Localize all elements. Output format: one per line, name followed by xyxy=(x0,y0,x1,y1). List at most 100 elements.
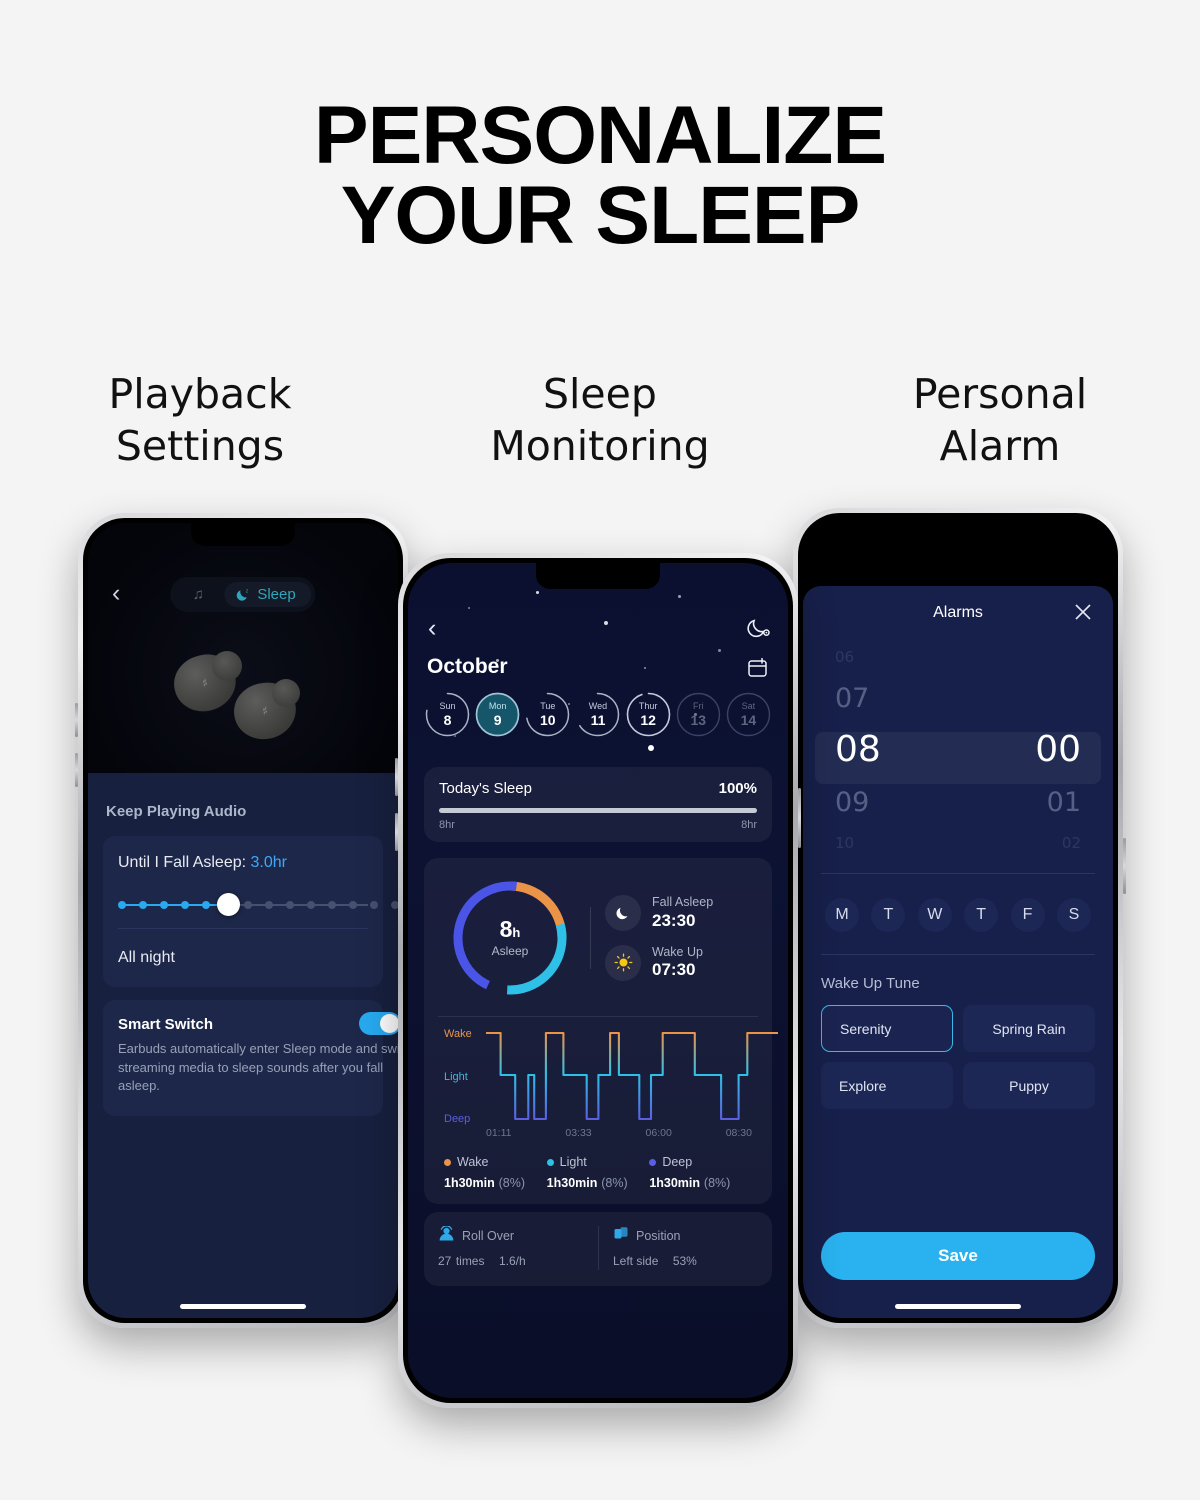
todays-sleep-goal: 8hr xyxy=(741,819,757,831)
playback-hero: ‹ ♫ z Sleep ♯ ♯ xyxy=(88,523,398,773)
chart-xtick: 03:33 xyxy=(565,1127,592,1139)
power-button[interactable] xyxy=(1123,838,1126,894)
sleep-duration-slider[interactable] xyxy=(118,882,398,928)
volume-down-button[interactable] xyxy=(395,813,398,851)
smart-switch-title: Smart Switch xyxy=(118,1016,214,1033)
hour-option[interactable]: 06 xyxy=(835,642,854,672)
phone-playback-settings: ‹ ♫ z Sleep ♯ ♯ Keep Playing Audio Until… xyxy=(75,513,408,1328)
smart-switch-description: Earbuds automatically enter Sleep mode a… xyxy=(118,1041,398,1094)
caption-line: Monitoring xyxy=(490,422,710,471)
hour-picker-column[interactable]: 06 07 08 09 10 xyxy=(835,642,955,867)
sleep-summary-card: 8h Asleep Fall Asleep 23:30 Wake Up 07:3… xyxy=(424,858,778,1204)
close-icon[interactable] xyxy=(1073,602,1093,622)
calendar-icon[interactable] xyxy=(747,657,768,678)
position-label: Position xyxy=(636,1229,681,1243)
legend-pct-light: (8%) xyxy=(601,1176,628,1190)
day-toggle-thursday[interactable]: T xyxy=(964,898,999,932)
pager-dot xyxy=(648,745,654,751)
smart-switch-toggle[interactable] xyxy=(359,1012,398,1035)
back-icon[interactable]: ‹ xyxy=(424,615,436,641)
legend-label-wake: Wake xyxy=(457,1155,489,1169)
phone-notch xyxy=(191,523,295,546)
until-i-fall-asleep-row[interactable]: Until I Fall Asleep: 3.0hr xyxy=(118,836,398,928)
fall-asleep-label: Fall Asleep xyxy=(652,895,714,910)
volume-up-button[interactable] xyxy=(395,758,398,796)
moon-icon xyxy=(605,895,641,932)
save-button[interactable]: Save xyxy=(821,1232,1095,1280)
wake-up-row: Wake Up 07:30 xyxy=(605,944,713,981)
asleep-label: Asleep xyxy=(491,944,529,958)
time-picker[interactable]: 06 07 08 09 10 00 01 02 xyxy=(815,642,1101,867)
mode-segmented-control[interactable]: ♫ z Sleep xyxy=(170,577,316,612)
minute-option[interactable]: 02 xyxy=(1062,828,1081,858)
date-chip-fri-13[interactable]: Fri 13 xyxy=(676,692,721,737)
alarms-sheet: Alarms 06 07 08 09 10 00 01 02 M T W T F… xyxy=(803,586,1113,1318)
fall-asleep-row: Fall Asleep 23:30 xyxy=(605,895,714,932)
minute-picker-column[interactable]: 00 01 02 xyxy=(961,642,1081,867)
hour-option[interactable]: 07 xyxy=(835,672,869,724)
day-toggle-tuesday[interactable]: T xyxy=(871,898,906,932)
moon-gear-icon[interactable] xyxy=(746,615,772,641)
keep-playing-audio-card: Until I Fall Asleep: 3.0hr All night xyxy=(103,836,398,987)
date-chip-mon-9-selected[interactable]: Mon 9 xyxy=(475,692,520,737)
todays-sleep-card: Today's Sleep 100% 8hr 8hr xyxy=(424,767,772,842)
home-indicator xyxy=(180,1304,306,1309)
caption-line: Playback xyxy=(108,370,292,418)
date-chip-tue-10[interactable]: Tue 10 xyxy=(525,692,570,737)
all-night-row[interactable]: All night xyxy=(118,929,368,987)
legend-item-wake: sleep-stage Wake 1h30min (8%) xyxy=(444,1155,547,1190)
hour-option[interactable]: 10 xyxy=(835,828,854,858)
day-toggle-saturday[interactable]: S xyxy=(1056,898,1091,932)
date-selector[interactable]: Sun 8 Mon 9 Tue 10 Wed 11 Thur 12 Fri 13… xyxy=(424,692,772,737)
date-dow: Mon xyxy=(488,701,507,711)
sleep-stage-legend: sleep-stage Wake 1h30min (8%) Light 1h30… xyxy=(438,1139,758,1204)
slider-thumb[interactable] xyxy=(217,893,240,916)
power-button[interactable] xyxy=(798,788,801,848)
tune-option-puppy[interactable]: Puppy xyxy=(963,1062,1095,1109)
tab-sleep[interactable]: z Sleep xyxy=(224,582,312,607)
legend-value-wake: 1h30min xyxy=(444,1176,495,1190)
volume-up-button[interactable] xyxy=(75,703,78,737)
hour-option[interactable]: 09 xyxy=(835,776,869,828)
smart-switch-card[interactable]: Smart Switch Earbuds automatically enter… xyxy=(103,1000,398,1117)
day-toggle-monday[interactable]: M xyxy=(825,898,859,932)
tune-option-spring-rain[interactable]: Spring Rain xyxy=(963,1005,1095,1052)
day-toggle-friday[interactable]: F xyxy=(1010,898,1045,932)
date-chip-sun-8[interactable]: Sun 8 xyxy=(425,692,470,737)
legend-pct-wake: (8%) xyxy=(498,1176,526,1190)
slider-fill xyxy=(121,904,226,906)
sun-icon xyxy=(605,944,641,981)
tune-option-explore[interactable]: Explore xyxy=(821,1062,953,1109)
legend-value-deep: 1h30min xyxy=(649,1176,701,1190)
phone-sleep-monitoring: ‹ October Sun 8 Mon 9 Tue 10 Wed 11 Thur… xyxy=(395,553,801,1408)
tune-option-serenity[interactable]: Serenity xyxy=(821,1005,953,1052)
day-toggle-wednesday[interactable]: W xyxy=(917,898,952,932)
legend-pct-deep: (8%) xyxy=(703,1176,731,1190)
chart-xtick: 06:00 xyxy=(645,1127,672,1139)
wake-up-time: 07:30 xyxy=(652,960,696,980)
fall-asleep-time: 23:30 xyxy=(652,911,696,931)
earbuds-image: ♯ ♯ xyxy=(168,648,318,747)
phone-personal-alarm: Alarms 06 07 08 09 10 00 01 02 M T W T F… xyxy=(793,508,1126,1328)
legend-item-light: Light 1h30min (8%) xyxy=(546,1155,650,1190)
roll-over-rate: 1.6/h xyxy=(498,1254,526,1268)
minute-option-selected[interactable]: 00 xyxy=(1035,724,1081,776)
chart-xtick: 01:11 xyxy=(486,1127,512,1139)
caption-playback-settings: Playback Settings xyxy=(0,368,400,472)
minute-option[interactable]: 01 xyxy=(1047,776,1081,828)
repeat-days-row[interactable]: M T W T F S xyxy=(821,874,1095,954)
music-note-icon[interactable]: ♫ xyxy=(174,581,222,608)
playback-settings-panel: Keep Playing Audio Until I Fall Asleep: … xyxy=(88,773,398,1318)
volume-down-button[interactable] xyxy=(75,753,78,787)
caption-sleep-monitoring: Sleep Monitoring xyxy=(400,368,800,472)
position-icon xyxy=(613,1226,629,1246)
date-chip-thur-12[interactable]: Thur 12 xyxy=(626,692,671,737)
date-chip-sat-14[interactable]: Sat 14 xyxy=(726,692,771,737)
caption-line: Personal xyxy=(912,370,1088,418)
date-chip-wed-11[interactable]: Wed 11 xyxy=(575,692,620,737)
hour-option-selected[interactable]: 08 xyxy=(835,724,881,776)
moon-zzz-icon: z xyxy=(235,587,251,603)
position-metric: Position Left side 53% xyxy=(598,1226,772,1270)
back-icon[interactable]: ‹ xyxy=(112,581,120,606)
todays-sleep-percent: 100% xyxy=(718,780,757,797)
